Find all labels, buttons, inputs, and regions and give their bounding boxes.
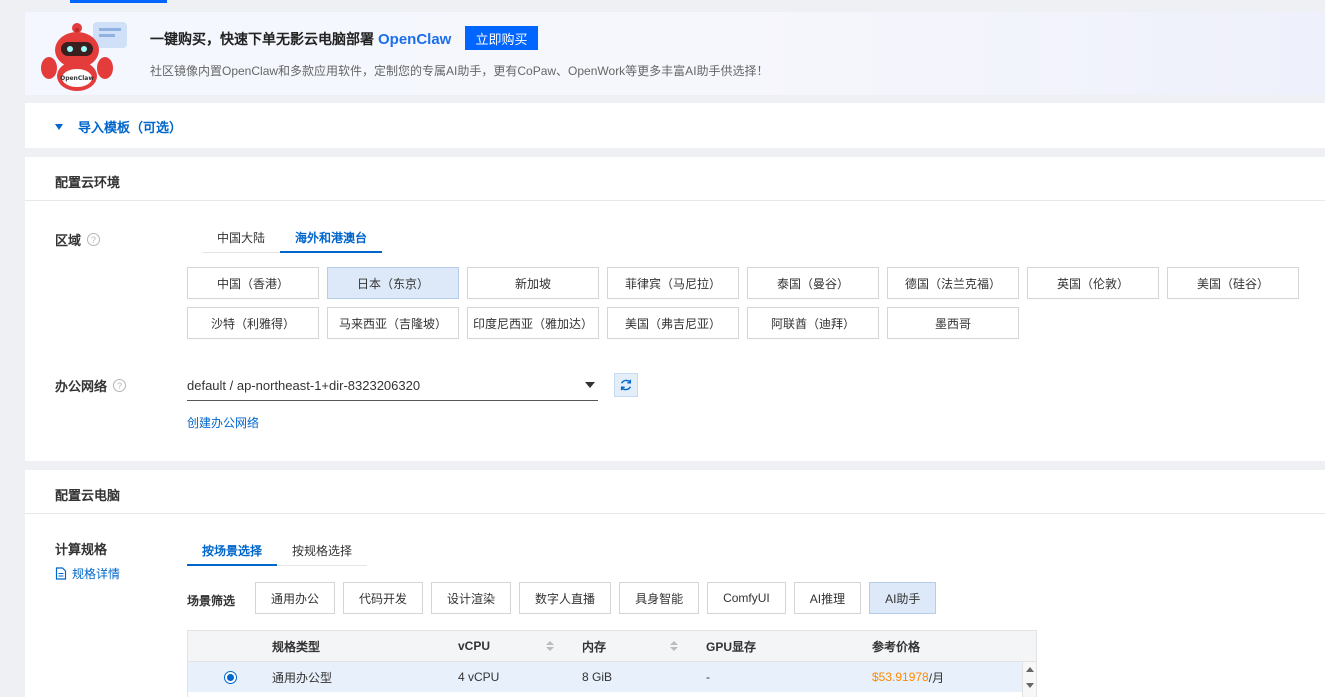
buy-now-button[interactable]: 立即购买 — [465, 26, 538, 50]
banner-brand: OpenClaw — [378, 30, 452, 48]
table-scrollbar[interactable] — [1022, 662, 1036, 697]
spec-detail-text: 规格详情 — [72, 567, 121, 581]
scene-options: 通用办公 代码开发 设计渲染 数字人直播 具身智能 ComfyUI AI推理 AI助手 — [255, 582, 937, 614]
cloud-env-card: 配置云环境 区域 ? 中国大陆 海外和港澳台 中国（香港） 日本（东京） 新加坡 菲律… — [25, 157, 1325, 461]
scene-filter-label: 场景筛选 — [187, 594, 236, 608]
region-option[interactable]: 德国（法兰克福） — [887, 267, 1019, 299]
spec-tabs: 按场景选择 按规格选择 — [187, 535, 368, 566]
scene-option[interactable]: AI推理 — [793, 582, 862, 614]
banner-title-text: 一键购买，快速下单无影云电脑部署 — [150, 31, 374, 47]
document-icon — [55, 567, 67, 580]
region-label: 区域 ? — [55, 230, 101, 249]
sort-icon[interactable] — [546, 641, 554, 651]
scene-option[interactable]: 数字人直播 — [519, 582, 612, 614]
region-option[interactable]: 印度尼西亚（雅加达） — [467, 307, 599, 339]
caret-down-icon — [585, 382, 595, 388]
office-network-value: default / ap-northeast-1+dir-8323206320 — [187, 378, 421, 393]
region-option[interactable]: 英国（伦敦） — [1027, 267, 1159, 299]
tab-overseas[interactable]: 海外和港澳台 — [280, 222, 383, 253]
header-memory-text: 内存 — [582, 639, 607, 654]
header-select — [188, 631, 272, 661]
price-unit: /月 — [928, 670, 945, 685]
region-label-text: 区域 — [55, 233, 82, 248]
cloud-pc-card: 配置云电脑 计算规格 规格详情 按场景选择 按规格选择 场景筛选 通用办公 代码开… — [25, 470, 1325, 697]
row-radio[interactable] — [223, 670, 237, 684]
header-spec-type: 规格类型 — [272, 639, 321, 654]
divider — [25, 200, 1325, 201]
region-option[interactable]: 马来西亚（吉隆坡） — [327, 307, 459, 339]
tab-by-scene[interactable]: 按场景选择 — [187, 535, 278, 566]
spec-label-text: 计算规格 — [55, 542, 108, 557]
scroll-down-icon[interactable] — [1026, 683, 1034, 688]
spec-detail-link[interactable]: 规格详情 — [55, 565, 120, 582]
create-network-link[interactable]: 创建办公网络 — [187, 414, 259, 431]
region-option[interactable]: 泰国（曼谷） — [747, 267, 879, 299]
refresh-button[interactable] — [614, 373, 638, 397]
cell-price: $53.91978 /月 — [872, 662, 1022, 692]
header-price: 参考价格 — [872, 639, 921, 654]
header-vcpu-text: vCPU — [458, 639, 491, 653]
scene-option[interactable]: 通用办公 — [255, 582, 336, 614]
scene-option[interactable]: 设计渲染 — [431, 582, 512, 614]
region-option[interactable]: 墨西哥 — [887, 307, 1019, 339]
price-value: $53.91978 — [872, 670, 929, 684]
promo-banner: OpenClaw 一键购买，快速下单无影云电脑部署 OpenClaw 立即购买 … — [25, 12, 1325, 95]
region-option[interactable]: 美国（弗吉尼亚） — [607, 307, 739, 339]
tab-by-spec[interactable]: 按规格选择 — [277, 535, 367, 565]
import-template-card: 导入模板（可选） — [25, 103, 1325, 148]
spec-label: 计算规格 — [55, 539, 107, 558]
scene-option[interactable]: ComfyUI — [707, 582, 786, 614]
scroll-up-icon[interactable] — [1026, 667, 1034, 672]
top-tab-indicator — [70, 0, 167, 3]
table-header: 规格类型 vCPU 内存 GPU显存 参考价格 — [188, 631, 1036, 662]
cell-spec-type: 通用办公型 — [272, 670, 333, 685]
region-option[interactable]: 新加坡 — [467, 267, 599, 299]
help-icon[interactable]: ? — [113, 379, 127, 392]
region-tabs: 中国大陆 海外和港澳台 — [202, 222, 383, 253]
header-gpu: GPU显存 — [706, 639, 757, 654]
divider — [25, 513, 1325, 514]
mascot-label: OpenClaw — [60, 75, 94, 82]
refresh-icon — [620, 379, 632, 391]
sort-icon[interactable] — [670, 641, 678, 651]
import-template-label: 导入模板（可选） — [78, 120, 183, 135]
region-option[interactable]: 阿联酋（迪拜） — [747, 307, 879, 339]
cell-gpu: - — [706, 670, 710, 684]
row-select-cell — [188, 662, 272, 692]
region-option[interactable]: 日本（东京） — [327, 267, 459, 299]
office-network-select[interactable]: default / ap-northeast-1+dir-8323206320 — [187, 371, 598, 401]
cell-memory: 8 GiB — [582, 670, 613, 684]
scene-option[interactable]: 代码开发 — [343, 582, 424, 614]
openclaw-mascot-icon: OpenClaw — [41, 22, 127, 91]
spec-table: 规格类型 vCPU 内存 GPU显存 参考价格 通用办公型 4 vCPU 8 G… — [187, 630, 1037, 697]
scene-option[interactable]: AI助手 — [869, 582, 937, 614]
cloud-pc-title: 配置云电脑 — [55, 488, 121, 503]
region-option[interactable]: 美国（硅谷） — [1167, 267, 1299, 299]
region-option[interactable]: 沙特（利雅得） — [187, 307, 319, 339]
network-label: 办公网络 ? — [55, 376, 127, 395]
network-label-text: 办公网络 — [55, 379, 108, 394]
region-option[interactable]: 中国（香港） — [187, 267, 319, 299]
cloud-env-title: 配置云环境 — [55, 175, 121, 190]
region-option[interactable]: 菲律宾（马尼拉） — [607, 267, 739, 299]
help-icon[interactable]: ? — [87, 233, 101, 246]
cell-vcpu: 4 vCPU — [458, 670, 500, 684]
region-options: 中国（香港） 日本（东京） 新加坡 菲律宾（马尼拉） 泰国（曼谷） 德国（法兰克福） 英国（… — [187, 267, 1307, 339]
header-memory[interactable]: 内存 — [582, 631, 706, 661]
table-row[interactable]: 通用办公型 4 vCPU 8 GiB - $53.91978 /月 — [188, 662, 1036, 692]
banner-title: 一键购买，快速下单无影云电脑部署 OpenClaw — [150, 29, 451, 49]
tab-mainland[interactable]: 中国大陆 — [202, 222, 280, 252]
header-vcpu[interactable]: vCPU — [458, 631, 582, 661]
import-template-toggle[interactable]: 导入模板（可选） — [55, 117, 182, 136]
triangle-down-icon — [55, 123, 63, 130]
banner-subtitle: 社区镜像内置OpenClaw和多款应用软件，定制您的专属AI助手，更有CoPaw… — [150, 64, 769, 78]
scene-option[interactable]: 具身智能 — [619, 582, 700, 614]
